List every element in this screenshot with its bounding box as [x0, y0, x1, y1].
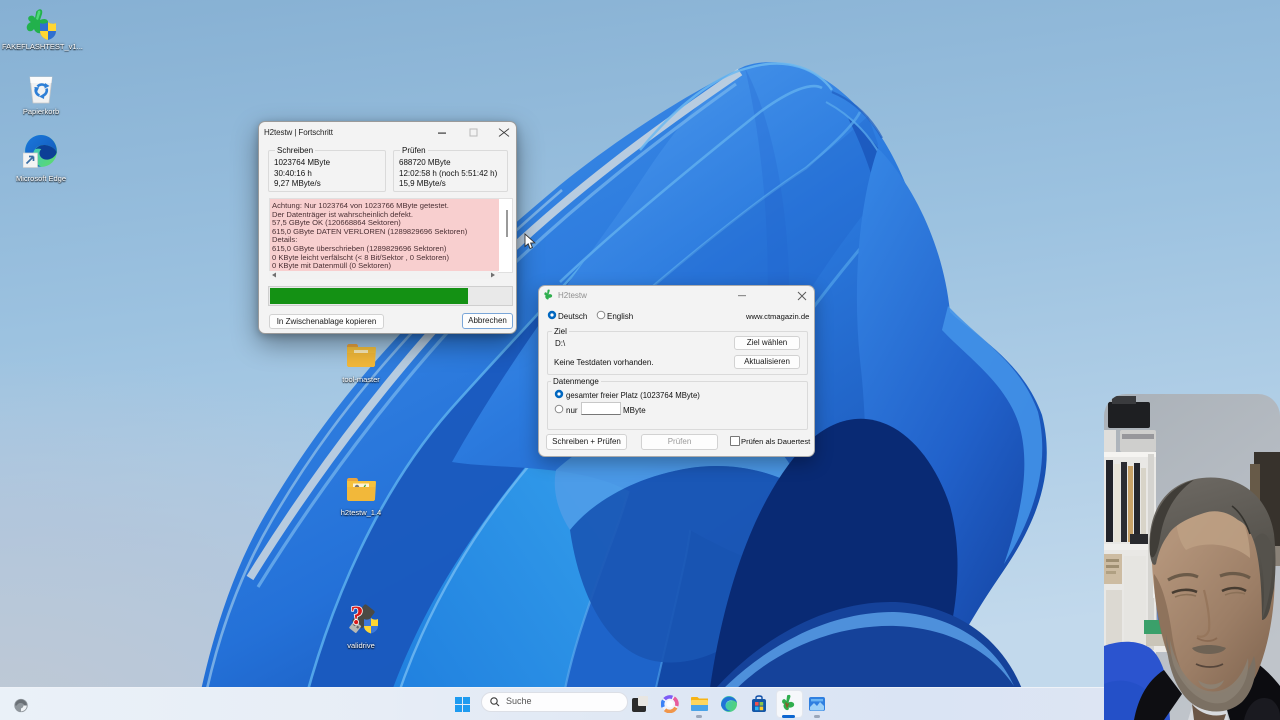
svg-text:?: ? — [351, 602, 364, 630]
